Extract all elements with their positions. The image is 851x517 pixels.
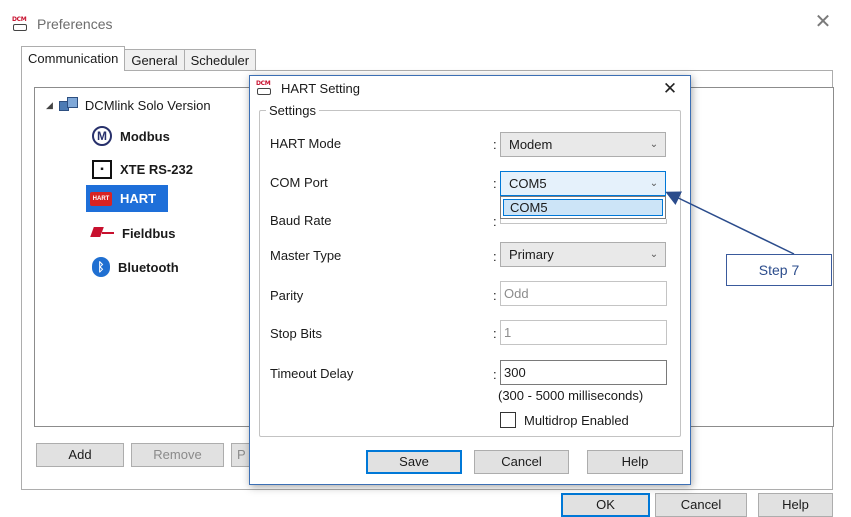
step-annotation-label: Step 7 bbox=[726, 254, 832, 286]
step-annotation-arrow bbox=[665, 191, 795, 255]
tab-communication[interactable]: Communication bbox=[21, 46, 126, 71]
